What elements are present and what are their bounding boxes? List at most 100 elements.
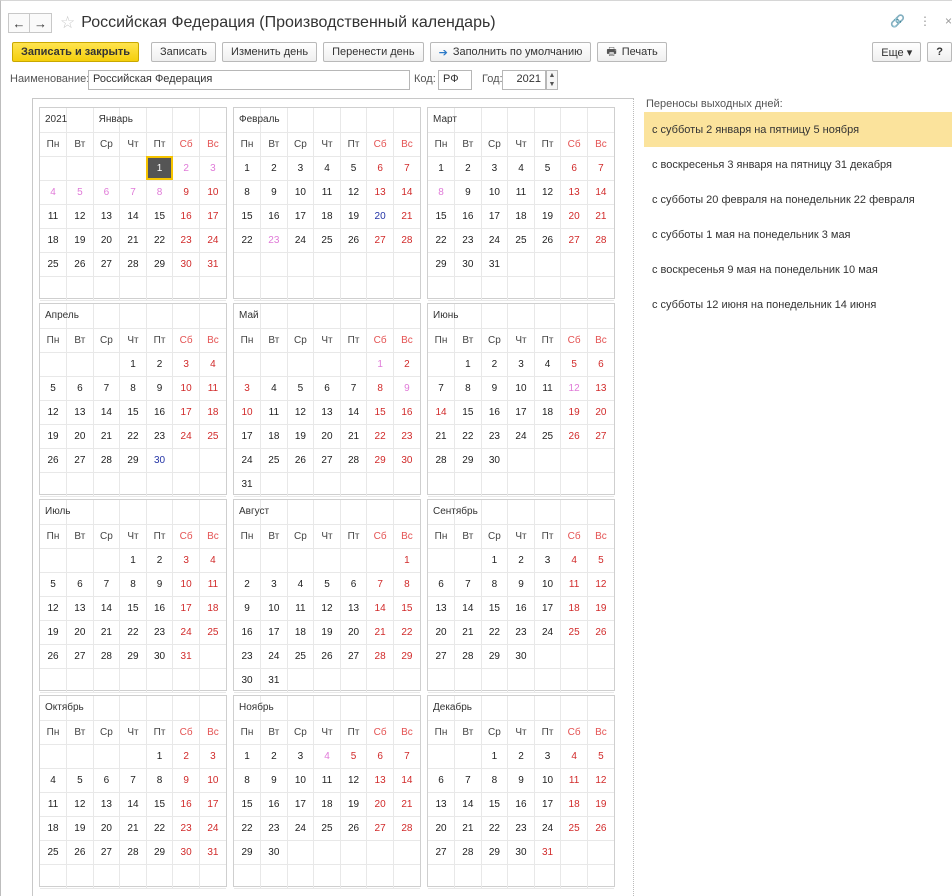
day-cell[interactable]: 18 [287, 620, 315, 645]
day-cell[interactable]: 12 [340, 768, 368, 793]
day-cell[interactable]: 13 [366, 180, 394, 205]
day-cell[interactable]: 25 [40, 840, 68, 865]
day-cell[interactable]: 9 [507, 768, 535, 793]
day-cell[interactable]: 27 [428, 644, 456, 669]
day-cell[interactable]: 13 [313, 400, 341, 425]
day-cell[interactable]: 9 [234, 596, 262, 621]
day-cell[interactable]: 9 [260, 180, 288, 205]
day-cell[interactable]: 2 [260, 156, 288, 181]
day-cell[interactable]: 17 [287, 204, 315, 229]
day-cell[interactable]: 14 [119, 792, 147, 817]
day-cell[interactable]: 2 [146, 352, 174, 377]
day-cell[interactable]: 13 [66, 596, 94, 621]
day-cell[interactable]: 15 [234, 792, 262, 817]
day-cell[interactable]: 12 [340, 180, 368, 205]
day-cell[interactable]: 22 [481, 816, 509, 841]
day-cell[interactable]: 6 [93, 180, 121, 205]
day-cell[interactable]: 3 [287, 156, 315, 181]
day-cell[interactable]: 18 [313, 792, 341, 817]
code-field[interactable]: РФ [438, 70, 472, 90]
day-cell[interactable]: 19 [560, 400, 588, 425]
day-cell[interactable]: 23 [172, 228, 200, 253]
day-cell[interactable]: 20 [93, 816, 121, 841]
year-field[interactable]: 2021 [502, 70, 546, 90]
day-cell[interactable]: 30 [507, 644, 535, 669]
day-cell[interactable]: 16 [260, 204, 288, 229]
day-cell[interactable]: 3 [234, 376, 262, 401]
day-cell[interactable]: 5 [66, 180, 94, 205]
day-cell[interactable]: 17 [172, 400, 200, 425]
day-cell[interactable]: 19 [287, 424, 315, 449]
day-cell[interactable]: 30 [146, 644, 174, 669]
day-cell[interactable]: 29 [454, 448, 482, 473]
day-cell[interactable]: 7 [428, 376, 456, 401]
day-cell[interactable]: 14 [93, 596, 121, 621]
day-cell[interactable]: 10 [260, 596, 288, 621]
fill-default-button[interactable]: ➔ Заполнить по умолчанию [429, 42, 592, 62]
day-cell[interactable]: 19 [587, 792, 614, 817]
favorite-star-icon[interactable]: ☆ [60, 13, 75, 33]
day-cell[interactable]: 14 [93, 400, 121, 425]
day-cell[interactable]: 18 [560, 596, 588, 621]
day-cell[interactable]: 30 [234, 668, 262, 693]
day-cell[interactable]: 19 [40, 424, 68, 449]
day-cell[interactable]: 24 [172, 620, 200, 645]
day-cell[interactable]: 26 [560, 424, 588, 449]
day-cell[interactable]: 4 [313, 156, 341, 181]
day-cell[interactable]: 13 [428, 792, 456, 817]
day-cell[interactable]: 16 [507, 596, 535, 621]
day-cell[interactable]: 22 [146, 816, 174, 841]
day-cell[interactable]: 27 [428, 840, 456, 865]
day-cell[interactable]: 16 [507, 792, 535, 817]
day-cell[interactable]: 28 [454, 644, 482, 669]
day-cell[interactable]: 3 [199, 744, 226, 769]
day-cell[interactable]: 26 [534, 228, 562, 253]
day-cell[interactable]: 25 [260, 448, 288, 473]
day-cell[interactable]: 4 [560, 744, 588, 769]
day-cell[interactable]: 15 [146, 204, 174, 229]
day-cell[interactable]: 24 [199, 816, 226, 841]
day-cell[interactable]: 18 [560, 792, 588, 817]
day-cell[interactable]: 19 [534, 204, 562, 229]
day-cell[interactable]: 22 [119, 620, 147, 645]
day-cell[interactable]: 14 [393, 768, 420, 793]
day-cell[interactable]: 15 [454, 400, 482, 425]
day-cell[interactable]: 3 [507, 352, 535, 377]
day-cell[interactable]: 7 [93, 572, 121, 597]
day-cell[interactable]: 10 [507, 376, 535, 401]
day-cell[interactable]: 15 [119, 400, 147, 425]
day-cell[interactable]: 12 [66, 204, 94, 229]
forward-button[interactable]: → [30, 13, 52, 33]
day-cell[interactable]: 28 [587, 228, 614, 253]
day-cell[interactable]: 30 [172, 252, 200, 277]
day-cell[interactable]: 19 [66, 228, 94, 253]
day-cell[interactable]: 18 [534, 400, 562, 425]
day-cell[interactable]: 1 [481, 744, 509, 769]
day-cell[interactable]: 21 [340, 424, 368, 449]
day-cell[interactable]: 17 [287, 792, 315, 817]
day-cell[interactable]: 2 [234, 572, 262, 597]
day-cell[interactable]: 2 [481, 352, 509, 377]
day-cell[interactable]: 6 [340, 572, 368, 597]
day-cell[interactable]: 25 [534, 424, 562, 449]
day-cell[interactable]: 27 [66, 448, 94, 473]
day-cell[interactable]: 13 [93, 792, 121, 817]
day-cell[interactable]: 24 [534, 620, 562, 645]
transfer-item[interactable]: с субботы 12 июня на понедельник 14 июня [644, 287, 952, 322]
day-cell[interactable]: 3 [260, 572, 288, 597]
day-cell[interactable]: 26 [340, 816, 368, 841]
day-cell[interactable]: 12 [287, 400, 315, 425]
day-cell[interactable]: 4 [507, 156, 535, 181]
day-cell[interactable]: 7 [454, 768, 482, 793]
day-cell[interactable]: 2 [507, 744, 535, 769]
day-cell[interactable]: 15 [481, 596, 509, 621]
link-icon[interactable]: 🔗 [890, 14, 905, 28]
day-cell[interactable]: 22 [454, 424, 482, 449]
day-cell[interactable]: 10 [172, 376, 200, 401]
day-cell[interactable]: 21 [428, 424, 456, 449]
day-cell[interactable]: 1 [428, 156, 456, 181]
day-cell[interactable]: 10 [234, 400, 262, 425]
day-cell[interactable]: 10 [199, 180, 226, 205]
day-cell[interactable]: 2 [393, 352, 420, 377]
day-cell[interactable]: 16 [260, 792, 288, 817]
